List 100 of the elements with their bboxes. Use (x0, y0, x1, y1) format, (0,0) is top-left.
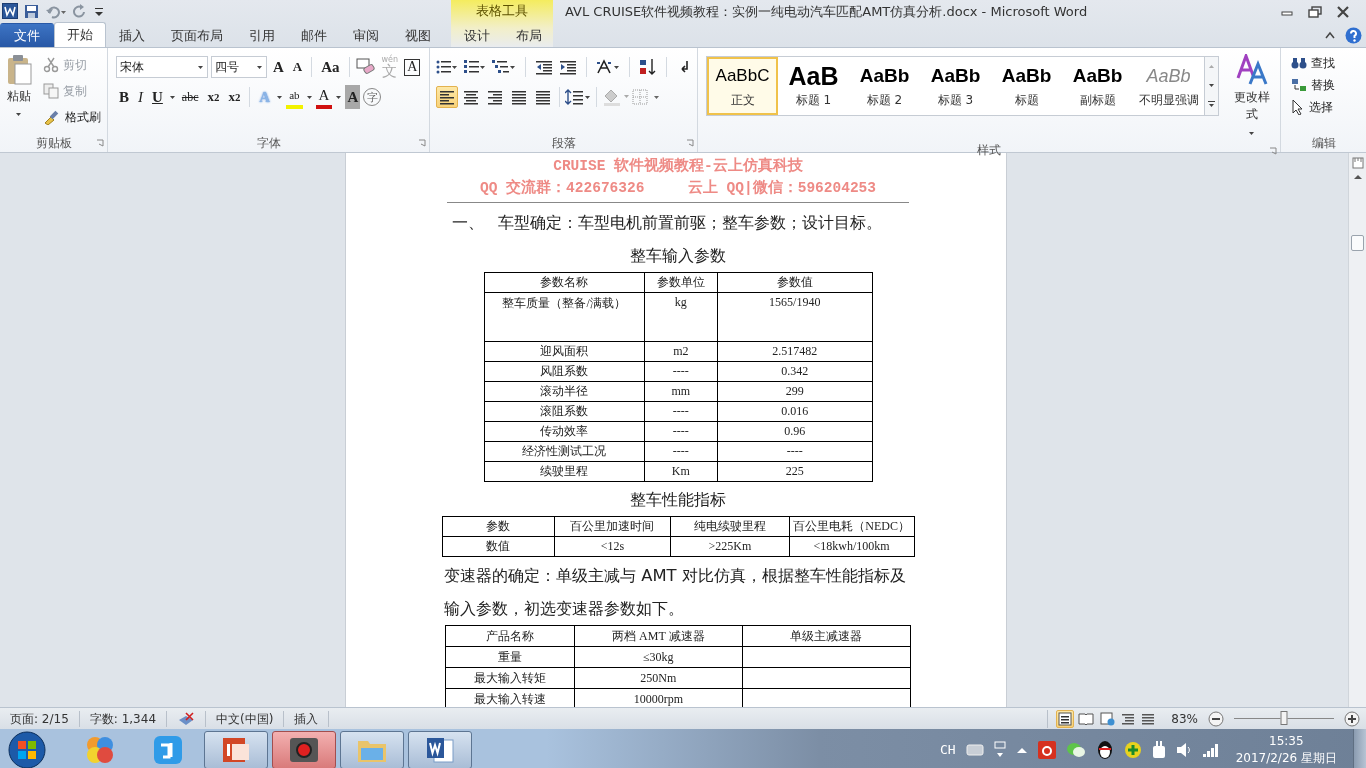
multilevel-list-icon[interactable] (492, 59, 516, 75)
strikethrough-button[interactable]: abc (178, 85, 202, 109)
input-method-icon[interactable] (153, 734, 183, 765)
ribbon-tab[interactable]: 页面布局 (158, 23, 236, 47)
editing-button[interactable]: 查找 (1289, 52, 1362, 74)
outline-icon (1121, 711, 1136, 726)
sort-icon[interactable] (639, 58, 657, 76)
presentation-app-icon[interactable] (222, 735, 250, 764)
four-circles-icon[interactable] (85, 734, 115, 765)
ribbon-tab[interactable]: 邮件 (288, 23, 340, 47)
start-orb-icon[interactable] (8, 730, 46, 768)
scrollbar-thumb[interactable] (1351, 235, 1364, 251)
vertical-scrollbar[interactable] (1348, 153, 1366, 707)
style-gallery-item[interactable]: AaBb 副标题 (1062, 57, 1133, 115)
ribbon-tab[interactable]: 文件 (0, 23, 54, 47)
clipboard-button[interactable]: 格式刷 (41, 106, 103, 128)
insert-mode-indicator[interactable]: 插入 (284, 710, 330, 727)
font-color-button[interactable]: A (315, 85, 333, 109)
bold-button[interactable]: B (116, 85, 132, 109)
table-header-cell: 参数名称 (484, 272, 645, 293)
heading-text: 车型确定：车型电机前置前驱；整车参数；设计目标。 (498, 213, 882, 234)
style-gallery-item[interactable]: AaBb 标题 (991, 57, 1062, 115)
change-case-button[interactable]: Aa (318, 55, 343, 79)
character-border-button[interactable]: A (404, 58, 421, 76)
shrink-font-button[interactable]: A (289, 55, 306, 79)
view-button[interactable] (1056, 709, 1075, 728)
close-icon[interactable] (1336, 6, 1350, 18)
alignment-button[interactable] (436, 86, 458, 108)
chat-bubbles-icon[interactable] (1065, 740, 1086, 759)
zoom-level[interactable]: 83% (1165, 711, 1204, 726)
font-name-field[interactable]: 宋体 (116, 56, 208, 78)
text-direction-icon[interactable] (596, 59, 620, 75)
plus-circle-icon[interactable] (1123, 740, 1142, 759)
table-title: 整车性能指标 (630, 490, 726, 511)
taskbar-button[interactable] (272, 730, 336, 768)
italic-button[interactable]: I (135, 85, 146, 109)
page-count[interactable]: 页面: 2/15 (0, 710, 80, 727)
highlight-button[interactable]: ab (286, 85, 303, 109)
clock-time[interactable]: 15:35 (1269, 732, 1304, 750)
clock-date[interactable]: 2017/2/26 星期日 (1235, 749, 1337, 767)
penguin-icon[interactable] (1095, 739, 1114, 760)
paintbrush-icon[interactable] (43, 109, 61, 125)
cursor-icon[interactable] (1291, 99, 1305, 115)
style-gallery-item[interactable]: AaB 标题 1 (778, 57, 849, 115)
decrease-indent-icon[interactable] (535, 59, 553, 75)
ribbon-tab[interactable]: 布局 (503, 23, 555, 47)
restore-icon[interactable] (1308, 6, 1322, 18)
paste-button[interactable]: 粘贴 (4, 52, 33, 134)
clear-formatting-icon[interactable] (355, 58, 376, 76)
grow-font-button[interactable]: A (270, 55, 287, 79)
style-gallery-item[interactable]: AaBbC 正文 (707, 57, 778, 115)
help-icon[interactable] (1345, 26, 1362, 44)
style-gallery-item[interactable]: AaBb 标题 2 (849, 57, 920, 115)
music-app-icon[interactable] (1037, 740, 1056, 759)
ruler-toggle-icon[interactable] (1351, 157, 1364, 169)
editing-button[interactable]: 替换 (1289, 74, 1362, 96)
taskbar-button[interactable] (408, 730, 472, 768)
zoom-in-icon[interactable] (1344, 710, 1360, 727)
power-plug-icon[interactable] (1151, 740, 1166, 759)
speaker-icon[interactable] (1175, 741, 1192, 758)
increase-indent-icon[interactable] (559, 59, 577, 75)
change-styles-button[interactable]: 更改样式 (1227, 52, 1276, 142)
body-paragraph: 变速器的确定：单级主减与 AMT 对比仿真，根据整车性能指标及输入参数，初选变速器参数如下。 (444, 565, 907, 620)
align-distributed-icon (535, 89, 551, 105)
table-header-cell: 纯电续驶里程 (670, 516, 790, 537)
binoculars-icon[interactable] (1291, 56, 1307, 70)
ribbon-tab[interactable]: 设计 (451, 23, 503, 47)
scroll-up-icon[interactable] (1352, 173, 1363, 181)
proofing-icon[interactable] (177, 711, 196, 726)
taskbar-button[interactable] (204, 730, 268, 768)
keyboard-icon[interactable] (965, 743, 984, 756)
ribbon-tab[interactable]: 插入 (106, 23, 158, 47)
show-hidden-icons-icon[interactable] (1015, 745, 1028, 754)
table-cell: ---- (644, 421, 718, 442)
signal-bars-icon[interactable] (1201, 741, 1220, 758)
dialog-launcher-icon[interactable] (1269, 147, 1277, 155)
font-size-field[interactable]: 四号 (211, 56, 267, 78)
word-count[interactable]: 字数: 1,344 (79, 710, 168, 727)
align-justify-icon (511, 89, 527, 105)
numbering-icon[interactable] (464, 59, 486, 75)
collapse-ribbon-icon[interactable] (1325, 31, 1335, 39)
zoom-out-icon[interactable] (1208, 710, 1224, 727)
underline-button[interactable]: U (149, 85, 166, 109)
document-app-icon[interactable] (426, 735, 454, 764)
line-spacing-icon[interactable] (565, 89, 591, 105)
style-gallery-item[interactable]: AaBb 标题 3 (920, 57, 991, 115)
ribbon-tab[interactable]: 开始 (54, 22, 106, 47)
zoom-slider-thumb[interactable] (1280, 710, 1288, 725)
record-icon[interactable] (289, 736, 319, 763)
character-shading-button[interactable]: A (345, 85, 361, 109)
style-gallery-item[interactable]: AaBb 不明显强调 (1133, 57, 1204, 115)
language-indicator[interactable]: 中文(中国) (206, 710, 285, 727)
replace-icon[interactable] (1291, 78, 1307, 92)
editing-button[interactable]: 选择 (1289, 96, 1362, 118)
save-icon[interactable] (24, 3, 39, 19)
document-app-icon[interactable] (2, 3, 18, 19)
bullets-icon[interactable] (436, 59, 458, 75)
ribbon-tab[interactable]: 视图 (392, 23, 444, 47)
ribbon-tab[interactable]: 引用 (236, 23, 288, 47)
ribbon-tab[interactable]: 审阅 (340, 23, 392, 47)
